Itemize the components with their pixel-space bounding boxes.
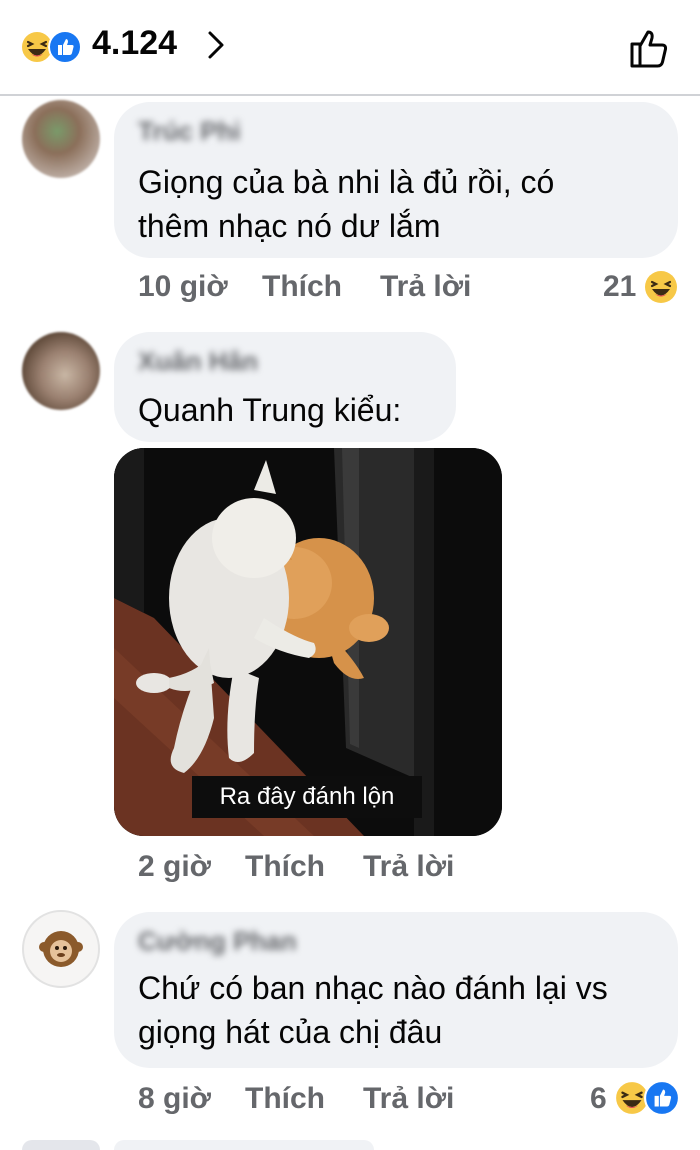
reaction-icons[interactable] — [20, 28, 82, 64]
commenter-name[interactable]: Xuân Hân — [138, 346, 258, 377]
comment-bubble[interactable] — [114, 1140, 374, 1150]
reply-button[interactable]: Trả lời — [363, 850, 454, 884]
image-caption: Ra đây đánh lộn — [192, 776, 422, 818]
like-icon — [48, 30, 82, 64]
haha-emoji-icon[interactable] — [644, 270, 678, 304]
like-button[interactable]: Thích — [262, 270, 342, 304]
comment-time[interactable]: 8 giờ — [138, 1082, 211, 1116]
like-button[interactable]: Thích — [245, 850, 325, 884]
comment-bubble[interactable]: Cường Phan Chứ có ban nhạc nào đánh lại … — [114, 912, 678, 1068]
like-icon[interactable] — [644, 1080, 680, 1116]
commenter-name[interactable]: Cường Phan — [138, 926, 297, 957]
comment-text-line: Quanh Trung kiểu: — [138, 392, 402, 428]
comment-text-line: thêm nhạc nó dư lắm — [138, 208, 441, 244]
reaction-total-count[interactable]: 4.124 — [92, 24, 177, 63]
comment-actions: 10 giờ Thích Trả lời 21 — [0, 270, 700, 310]
commenter-name[interactable]: Trúc Phi — [138, 116, 241, 147]
reaction-count[interactable]: 21 — [603, 270, 636, 304]
avatar[interactable] — [22, 1140, 100, 1150]
like-outline-icon[interactable] — [626, 24, 674, 72]
reply-button[interactable]: Trả lời — [363, 1082, 454, 1116]
comment-text-line: Chứ có ban nhạc nào đánh lại vs — [138, 970, 608, 1006]
comment-bubble[interactable]: Trúc Phi Giọng của bà nhi là đủ rồi, có … — [114, 102, 678, 258]
comment-text-line: giọng hát của chị đâu — [138, 1014, 443, 1050]
comment-time[interactable]: 10 giờ — [138, 270, 228, 304]
comment-image[interactable]: Ra đây đánh lộn — [114, 448, 502, 836]
comment-actions: 8 giờ Thích Trả lời 6 — [0, 1080, 700, 1122]
avatar[interactable] — [22, 100, 100, 178]
avatar[interactable] — [22, 910, 100, 988]
chevron-right-icon[interactable] — [202, 27, 230, 63]
reaction-count[interactable]: 6 — [590, 1082, 607, 1116]
comment-text-line: Giọng của bà nhi là đủ rồi, có — [138, 164, 555, 200]
comment-bubble[interactable]: Xuân Hân Quanh Trung kiểu: — [114, 332, 456, 442]
monkey-avatar-icon — [39, 931, 83, 967]
comment-time[interactable]: 2 giờ — [138, 850, 211, 884]
comment-actions: 2 giờ Thích Trả lời — [0, 850, 700, 890]
like-button[interactable]: Thích — [245, 1082, 325, 1116]
reply-button[interactable]: Trả lời — [380, 270, 471, 304]
avatar[interactable] — [22, 332, 100, 410]
